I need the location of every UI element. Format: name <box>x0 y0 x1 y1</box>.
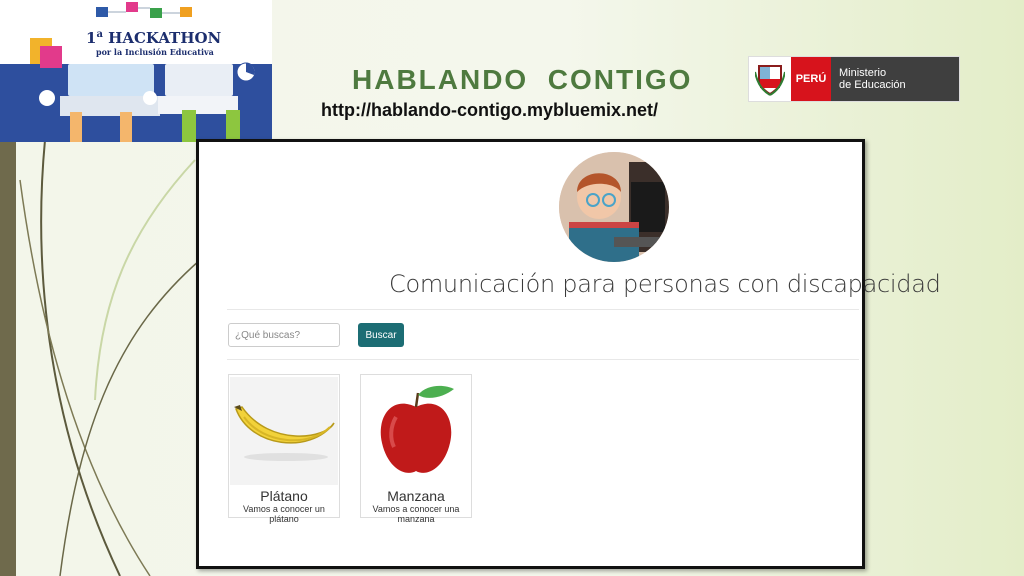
app-title: Comunicación para personas con discapaci… <box>389 270 941 298</box>
ministry-line-1: Ministerio <box>839 67 887 79</box>
left-accent-bar <box>0 142 16 576</box>
card-name: Manzana <box>387 488 445 504</box>
card-description: Vamos a conocer un plátano <box>243 504 325 524</box>
search-input[interactable] <box>228 323 340 347</box>
card-name: Plátano <box>260 488 308 504</box>
divider <box>227 309 859 310</box>
coat-of-arms-icon <box>749 57 791 101</box>
hackathon-subtitle: por la Inclusión Educativa <box>96 47 214 57</box>
ministry-name: Ministerio de Educación <box>831 57 959 101</box>
hackathon-title-text: HACKATHON <box>108 29 222 47</box>
page-title: HABLANDO CONTIGO <box>352 64 693 95</box>
page-url: http://hablando-contigo.mybluemix.net/ <box>321 100 658 120</box>
divider <box>227 359 859 360</box>
banana-image <box>230 377 338 485</box>
hackathon-banner: 1a HACKATHON por la Inclusión Educativa <box>0 0 272 142</box>
card-description: Vamos a conocer una manzana <box>372 504 460 524</box>
hackathon-ordinal-sup: a <box>96 29 103 40</box>
child-avatar-image <box>559 152 669 262</box>
search-button[interactable]: Buscar <box>358 323 404 347</box>
peru-label: PERÚ <box>791 57 831 101</box>
hackathon-illustration <box>0 2 272 142</box>
hackathon-ordinal: 1 <box>86 29 97 47</box>
hackathon-title: 1a HACKATHON <box>86 29 226 47</box>
ministry-line-2: de Educación <box>839 79 906 91</box>
app-screenshot: Comunicación para personas con discapaci… <box>196 139 941 569</box>
card-platano[interactable]: Plátano Vamos a conocer un plátano <box>228 374 340 524</box>
card-manzana[interactable]: Manzana Vamos a conocer una manzana <box>360 374 472 524</box>
apple-image <box>362 377 470 485</box>
ministry-logo: PERÚ Ministerio de Educación <box>748 56 960 102</box>
